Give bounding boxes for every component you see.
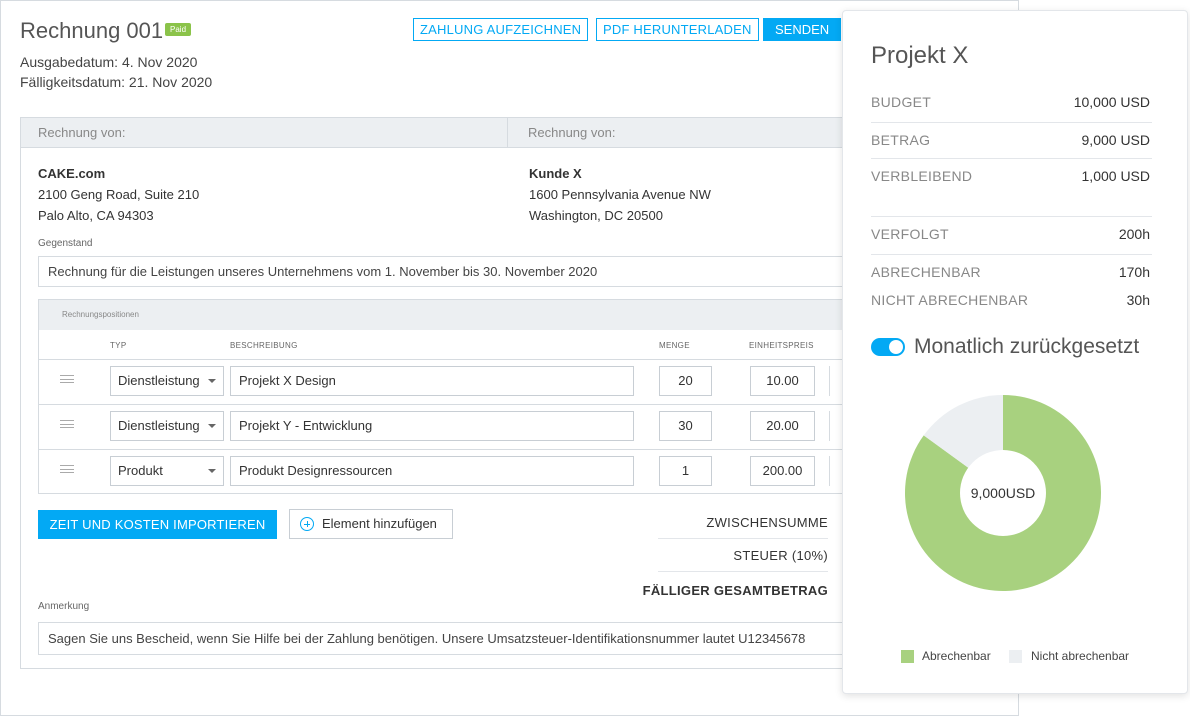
nonbillable-label: NICHT ABRECHENBAR	[871, 292, 1029, 308]
stat-divider	[871, 216, 1152, 217]
note-label: Anmerkung	[38, 601, 90, 612]
drag-handle-icon[interactable]	[60, 420, 74, 428]
budget-label: BUDGET	[871, 94, 932, 110]
monthly-reset-label: Monatlich zurückgesetzt	[914, 335, 1140, 358]
sender-line1: 2100 Geng Road, Suite 210	[38, 187, 200, 202]
legend-swatch-billable	[901, 650, 914, 663]
chevron-down-icon	[208, 469, 216, 473]
type-select[interactable]: Dienstleistung	[110, 366, 224, 396]
quantity-input[interactable]: 1	[659, 456, 712, 486]
import-time-expenses-button[interactable]: ZEIT UND KOSTEN IMPORTIEREN	[38, 510, 277, 539]
legend-label-nonbillable: Nicht abrechenbar	[1031, 649, 1130, 663]
invoice-title: Rechnung 001	[20, 18, 164, 43]
client-name: Kunde X	[529, 166, 582, 181]
chevron-down-icon	[208, 379, 216, 383]
sender-line2: Palo Alto, CA 94303	[38, 208, 154, 223]
type-select[interactable]: Dienstleistung	[110, 411, 224, 441]
quantity-input[interactable]: 20	[659, 366, 712, 396]
type-select[interactable]: Produkt	[110, 456, 224, 486]
stat-divider	[871, 158, 1152, 159]
quantity-input[interactable]: 30	[659, 411, 712, 441]
from-header: Rechnung von:	[38, 125, 126, 140]
unit-price-input[interactable]: 20.00	[750, 411, 815, 441]
billable-label: ABRECHENBAR	[871, 264, 981, 280]
add-item-label: Element hinzufügen	[322, 516, 437, 531]
add-item-button[interactable]: Element hinzufügen	[289, 509, 453, 539]
tracked-label: VERFOLGT	[871, 226, 949, 242]
issue-date: Ausgabedatum: 4. Nov 2020	[20, 54, 198, 70]
column-type: TYP	[110, 341, 127, 350]
monthly-reset-toggle[interactable]	[871, 338, 905, 356]
budget-value: 10,000 USD	[1073, 94, 1150, 110]
unit-price-input[interactable]: 200.00	[750, 456, 815, 486]
total-due-label: FÄLLIGER GESAMTBETRAG	[642, 583, 828, 598]
to-header: Rechnung von:	[528, 125, 616, 140]
column-unit-price: EINHEITSPREIS	[749, 341, 814, 350]
send-button[interactable]: SENDEN	[763, 18, 842, 41]
type-select-value: Dienstleistung	[118, 418, 200, 433]
client-line2: Washington, DC 20500	[529, 208, 663, 223]
plus-circle-icon	[300, 517, 314, 531]
download-pdf-button[interactable]: PDF HERUNTERLADEN	[596, 18, 759, 41]
toggle-knob	[889, 340, 903, 354]
stat-divider	[871, 254, 1152, 255]
totals-divider	[658, 538, 828, 539]
unit-price-input[interactable]: 10.00	[750, 366, 815, 396]
description-input[interactable]: Produkt Designressourcen	[230, 456, 634, 486]
header-divider	[507, 118, 508, 148]
subject-label: Gegenstand	[38, 238, 93, 249]
amount-label: BETRAG	[871, 132, 931, 148]
chevron-down-icon	[208, 424, 216, 428]
column-quantity: MENGE	[659, 341, 690, 350]
client-line1: 1600 Pennsylvania Avenue NW	[529, 187, 711, 202]
remaining-value: 1,000 USD	[1081, 168, 1150, 184]
amount-value: 9,000 USD	[1081, 132, 1150, 148]
type-select-value: Dienstleistung	[118, 373, 200, 388]
due-date: Fälligkeitsdatum: 21. Nov 2020	[20, 74, 213, 90]
project-summary-card: Projekt X BUDGET 10,000 USD BETRAG 9,000…	[842, 10, 1188, 694]
drag-handle-icon[interactable]	[60, 465, 74, 473]
description-input[interactable]: Projekt X Design	[230, 366, 634, 396]
column-divider	[829, 411, 830, 441]
tax-label: STEUER (10%)	[733, 548, 828, 563]
column-divider	[829, 366, 830, 396]
remaining-label: VERBLEIBEND	[871, 168, 973, 184]
status-badge: Paid	[165, 23, 192, 36]
column-description: BESCHREIBUNG	[230, 341, 298, 350]
drag-handle-icon[interactable]	[60, 375, 74, 383]
type-select-value: Produkt	[118, 463, 163, 478]
billable-value: 170h	[1118, 264, 1150, 280]
nonbillable-value: 30h	[1126, 292, 1150, 308]
description-input[interactable]: Projekt Y - Entwicklung	[230, 411, 634, 441]
totals-divider	[658, 571, 828, 572]
billable-donut-chart: 9,000USD	[905, 395, 1101, 591]
stat-divider	[871, 122, 1152, 123]
donut-center-label: 9,000USD	[971, 485, 1036, 501]
client-address: Kunde X 1600 Pennsylvania Avenue NW Wash…	[529, 163, 711, 226]
column-divider	[829, 456, 830, 486]
tracked-value: 200h	[1118, 226, 1150, 242]
legend-swatch-nonbillable	[1009, 650, 1022, 663]
project-title: Projekt X	[871, 42, 969, 69]
record-payment-button[interactable]: ZAHLUNG AUFZEICHNEN	[413, 18, 589, 41]
subtotal-label: ZWISCHENSUMME	[706, 515, 828, 530]
line-items-title: Rechnungspositionen	[62, 310, 139, 319]
legend-label-billable: Abrechenbar	[922, 649, 991, 663]
sender-address: CAKE.com 2100 Geng Road, Suite 210 Palo …	[38, 163, 199, 226]
sender-name: CAKE.com	[38, 166, 106, 181]
